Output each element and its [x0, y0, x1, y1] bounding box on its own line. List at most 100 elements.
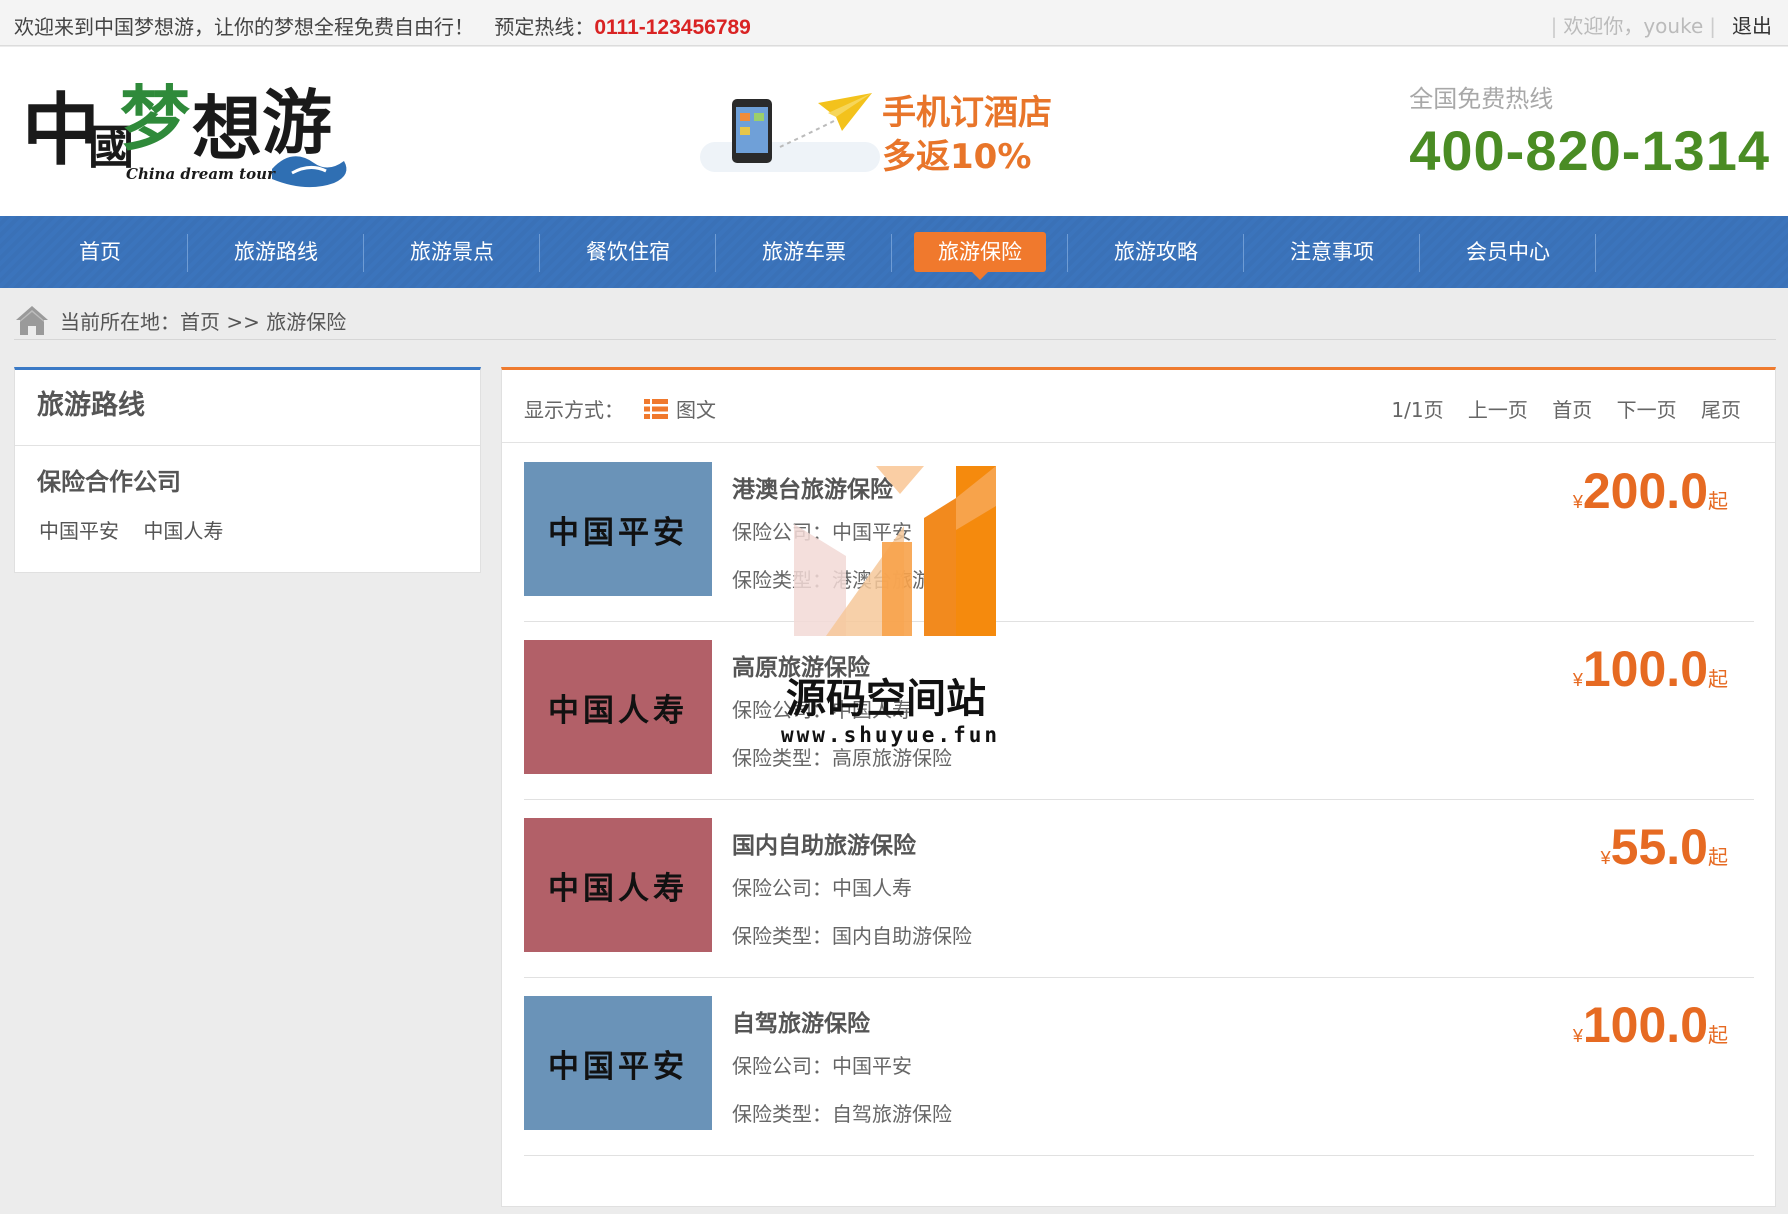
nav-item-insurance: 旅游保险	[892, 216, 1068, 288]
insurance-list: 中国平安 港澳台旅游保险 保险公司：中国平安 保险类型：港澳台旅游保险 ¥200…	[524, 444, 1754, 1156]
insurance-price: ¥100.0起	[1573, 640, 1728, 698]
logout-link[interactable]: 退出	[1732, 14, 1772, 38]
nav-item-routes: 旅游路线	[188, 216, 364, 288]
display-mode: 显示方式： 图文	[524, 394, 716, 423]
list-item[interactable]: 中国人寿 高原旅游保险 保险公司：中国人寿 保险类型：高原旅游保险 ¥100.0…	[524, 622, 1754, 800]
next-page-link[interactable]: 下一页	[1617, 398, 1677, 422]
home-icon	[16, 306, 48, 335]
page-info: 1/1页	[1391, 398, 1444, 422]
top-bar: 欢迎来到中国梦想游，让你的梦想全程免费自由行！ 预定热线：0111-123456…	[0, 0, 1788, 46]
divider: |	[1709, 14, 1716, 38]
site-header: 中 國 梦 想 游 China dream tour 手机订酒店 多返10% 全…	[0, 47, 1788, 216]
promo-line-2: 多返10%	[882, 137, 1032, 177]
logo-graphic: 中 國 梦 想 游 China dream tour	[22, 77, 347, 188]
price-value: 100.0	[1582, 641, 1708, 697]
svg-text:想: 想	[192, 87, 262, 170]
display-mode-label: 显示方式：	[524, 398, 624, 422]
nav-link[interactable]: 旅游车票	[738, 232, 870, 272]
user-greeting[interactable]: 欢迎你，youke	[1563, 14, 1703, 38]
first-page-link[interactable]: 首页	[1552, 398, 1592, 422]
svg-text:游: 游	[262, 81, 332, 164]
phone-plane-icon	[732, 93, 872, 163]
list-item[interactable]: 中国平安 港澳台旅游保险 保险公司：中国平安 保险类型：港澳台旅游保险 ¥200…	[524, 444, 1754, 622]
sidebar-subtitle: 保险合作公司	[37, 468, 181, 496]
nav-link-active[interactable]: 旅游保险	[914, 232, 1046, 280]
insurance-company: 保险公司：中国人寿	[732, 876, 912, 900]
list-item[interactable]: 中国平安 自驾旅游保险 保险公司：中国平安 保险类型：自驾旅游保险 ¥100.0…	[524, 978, 1754, 1156]
nav-link[interactable]: 首页	[55, 232, 145, 272]
insurance-price: ¥100.0起	[1573, 996, 1728, 1054]
nav-item-attractions: 旅游景点	[364, 216, 540, 288]
insurance-thumbnail[interactable]: 中国人寿	[524, 640, 712, 774]
user-area: | 欢迎你，youke | 退出	[1545, 10, 1772, 39]
price-suffix: 起	[1708, 1025, 1728, 1047]
insurance-name[interactable]: 高原旅游保险	[732, 648, 870, 682]
promo-line-1: 手机订酒店	[882, 93, 1052, 133]
insurance-company: 保险公司：中国平安	[732, 520, 912, 544]
nav-item-home: 首页	[12, 216, 188, 288]
insurance-thumbnail[interactable]: 中国平安	[524, 462, 712, 596]
booking-hotline-label: 预定热线：	[494, 15, 595, 39]
company-links: 中国平安 中国人寿	[15, 497, 480, 562]
currency-symbol: ¥	[1572, 492, 1583, 512]
list-toolbar: 显示方式： 图文 1/1页 上一页 首页 下一页 尾页	[502, 370, 1775, 443]
insurance-type: 保险类型：港澳台旅游保险	[732, 568, 972, 592]
booking-hotline-number: 0111-123456789	[594, 16, 751, 39]
divider: |	[1550, 14, 1558, 38]
free-hotline-label: 全国免费热线	[1409, 85, 1554, 113]
insurance-name[interactable]: 港澳台旅游保险	[732, 470, 893, 504]
nav-link[interactable]: 餐饮住宿	[562, 232, 694, 272]
free-hotline: 全国免费热线 400-820-1314	[1409, 79, 1770, 183]
nav-link[interactable]: 注意事项	[1266, 232, 1398, 272]
main-nav: 首页 旅游路线 旅游景点 餐饮住宿 旅游车票 旅游保险 旅游攻略 注意事项 会员…	[0, 216, 1788, 288]
breadcrumb-text: 当前所在地：首页 >> 旅游保险	[60, 310, 347, 334]
insurance-price: ¥55.0起	[1601, 818, 1728, 876]
sidebar: 旅游路线 保险合作公司 中国平安 中国人寿	[14, 367, 481, 573]
display-mode-value[interactable]: 图文	[676, 394, 716, 423]
nav-item-member-center: 会员中心	[1420, 216, 1596, 288]
price-suffix: 起	[1708, 669, 1728, 691]
price-suffix: 起	[1708, 847, 1728, 869]
sidebar-title: 旅游路线	[15, 370, 480, 446]
nav-item-notices: 注意事项	[1244, 216, 1420, 288]
promo-banner[interactable]: 手机订酒店 多返10%	[700, 87, 1060, 197]
price-suffix: 起	[1708, 491, 1728, 513]
insurance-type: 保险类型：自驾旅游保险	[732, 1102, 952, 1126]
svg-text:China dream tour: China dream tour	[126, 165, 276, 183]
price-value: 200.0	[1582, 463, 1708, 519]
nav-link[interactable]: 旅游景点	[386, 232, 518, 272]
pagination: 1/1页 上一页 首页 下一页 尾页	[1373, 394, 1741, 423]
site-logo[interactable]: 中 國 梦 想 游 China dream tour	[22, 77, 382, 197]
prev-page-link[interactable]: 上一页	[1468, 398, 1528, 422]
insurance-name[interactable]: 国内自助旅游保险	[732, 826, 916, 860]
last-page-link[interactable]: 尾页	[1701, 398, 1741, 422]
welcome-text: 欢迎来到中国梦想游，让你的梦想全程免费自由行！	[14, 15, 474, 39]
nav-link[interactable]: 旅游攻略	[1090, 232, 1222, 272]
insurance-thumbnail[interactable]: 中国人寿	[524, 818, 712, 952]
free-hotline-number: 400-820-1314	[1409, 119, 1770, 182]
price-value: 100.0	[1582, 997, 1708, 1053]
nav-list: 首页 旅游路线 旅游景点 餐饮住宿 旅游车票 旅游保险 旅游攻略 注意事项 会员…	[12, 216, 1596, 288]
insurance-thumbnail[interactable]: 中国平安	[524, 996, 712, 1130]
insurance-type: 保险类型：国内自助游保险	[732, 924, 972, 948]
list-item[interactable]: 中国人寿 国内自助旅游保险 保险公司：中国人寿 保险类型：国内自助游保险 ¥55…	[524, 800, 1754, 978]
nav-link[interactable]: 会员中心	[1442, 232, 1574, 272]
currency-symbol: ¥	[1572, 1026, 1583, 1046]
insurance-price: ¥200.0起	[1573, 462, 1728, 520]
company-link-ping-an[interactable]: 中国平安	[39, 519, 119, 543]
nav-link[interactable]: 旅游路线	[210, 232, 342, 272]
currency-symbol: ¥	[1600, 848, 1611, 868]
insurance-type: 保险类型：高原旅游保险	[732, 746, 952, 770]
svg-text:梦: 梦	[120, 77, 190, 160]
list-view-icon[interactable]	[644, 398, 668, 419]
promo-text: 手机订酒店 多返10%	[882, 91, 1052, 179]
price-value: 55.0	[1610, 819, 1708, 875]
currency-symbol: ¥	[1572, 670, 1583, 690]
nav-item-dining-lodging: 餐饮住宿	[540, 216, 716, 288]
welcome-message: 欢迎来到中国梦想游，让你的梦想全程免费自由行！ 预定热线：0111-123456…	[14, 11, 751, 40]
insurance-name[interactable]: 自驾旅游保险	[732, 1004, 870, 1038]
insurance-company: 保险公司：中国人寿	[732, 698, 912, 722]
insurance-list-panel: 显示方式： 图文 1/1页 上一页 首页 下一页 尾页 中国平安 港澳台旅游保险…	[501, 367, 1776, 1207]
nav-item-tickets: 旅游车票	[716, 216, 892, 288]
company-link-china-life[interactable]: 中国人寿	[143, 519, 223, 543]
